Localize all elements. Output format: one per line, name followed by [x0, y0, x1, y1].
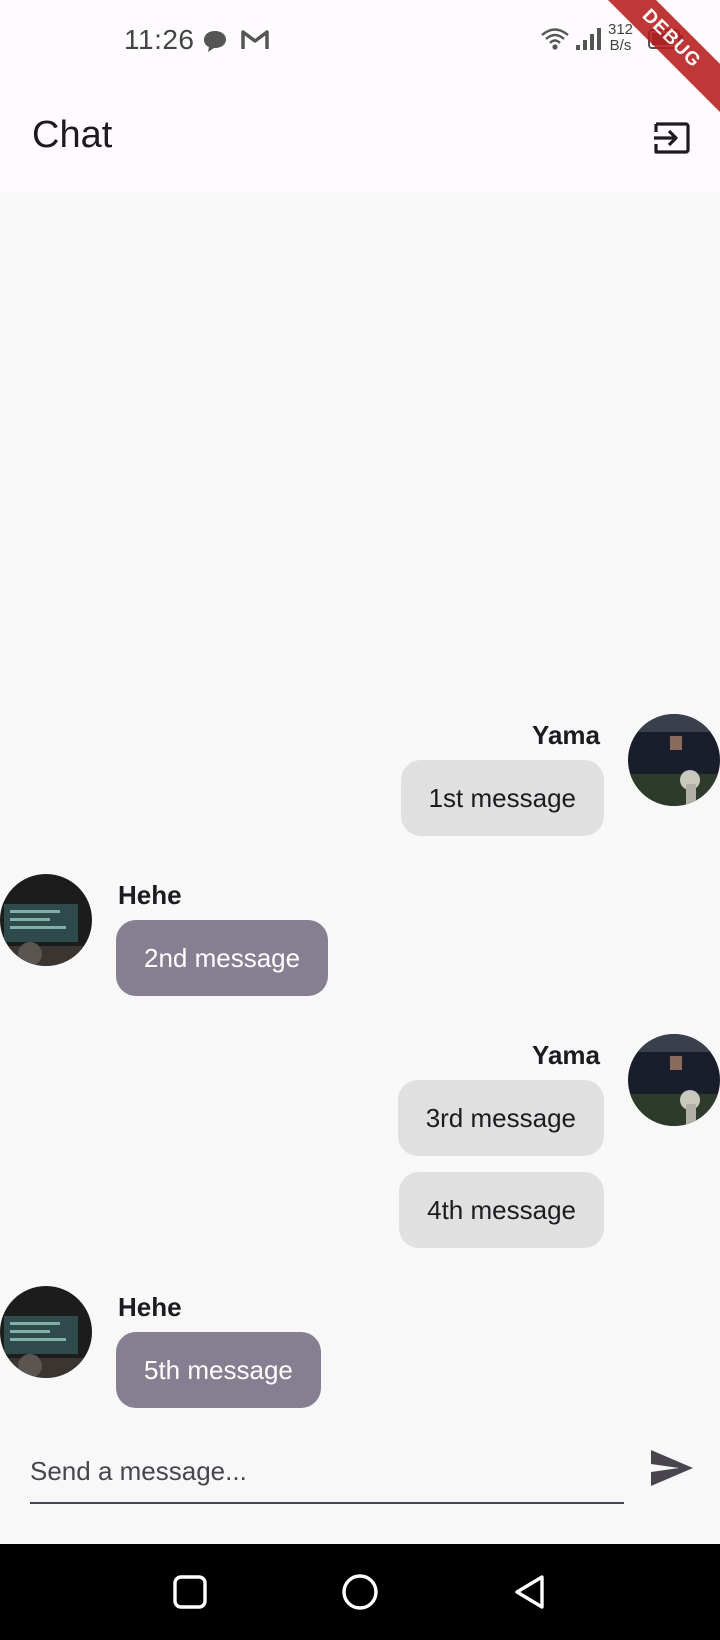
back-triangle-icon [515, 1575, 544, 1609]
signal-icon [576, 28, 601, 50]
avatar-photo-hehe [0, 1286, 92, 1378]
gmail-icon [241, 30, 269, 49]
send-button[interactable] [644, 1440, 700, 1496]
wifi-icon [541, 28, 569, 50]
message-bubble[interactable]: 1st message [400, 760, 604, 836]
avatar[interactable] [628, 1034, 720, 1126]
network-speed-value: 312 [608, 21, 634, 38]
home-button[interactable] [330, 1562, 390, 1622]
message-bubble[interactable]: 5th message [116, 1332, 321, 1408]
network-speed-unit: B/s [609, 37, 632, 54]
avatar[interactable] [0, 1286, 92, 1378]
avatar[interactable] [628, 714, 720, 806]
system-nav-bar [0, 1544, 720, 1640]
avatar[interactable] [0, 874, 92, 966]
logout-button[interactable] [644, 110, 700, 166]
page-title: Chat [32, 114, 113, 156]
chat-bubble-icon [204, 31, 226, 52]
send-icon [651, 1450, 693, 1486]
recents-square-icon [173, 1575, 207, 1609]
sender-name: Hehe [118, 880, 182, 910]
avatar-photo-hehe [0, 874, 92, 966]
avatar-photo-yama [628, 714, 720, 806]
logout-icon [654, 122, 690, 154]
home-circle-icon [342, 1574, 378, 1610]
sender-name: Yama [532, 1040, 600, 1070]
status-time: 11:26 [124, 24, 195, 55]
status-bar: 11:26 312 B/s [0, 0, 720, 84]
network-speed: 312 B/s [608, 22, 633, 54]
sender-name: Hehe [118, 1292, 182, 1322]
message-input[interactable] [30, 1440, 624, 1504]
recents-button[interactable] [160, 1562, 220, 1622]
chat-message-list[interactable]: Yama 1st message Hehe 2nd message Yama 3… [0, 192, 720, 1432]
app-bar: Chat [0, 84, 720, 192]
sender-name: Yama [532, 720, 600, 750]
avatar-photo-yama [628, 1034, 720, 1126]
message-bubble[interactable]: 3rd message [397, 1080, 604, 1156]
message-bubble[interactable]: 2nd message [116, 920, 329, 996]
back-button[interactable] [500, 1562, 560, 1622]
message-bubble[interactable]: 4th message [399, 1172, 604, 1248]
